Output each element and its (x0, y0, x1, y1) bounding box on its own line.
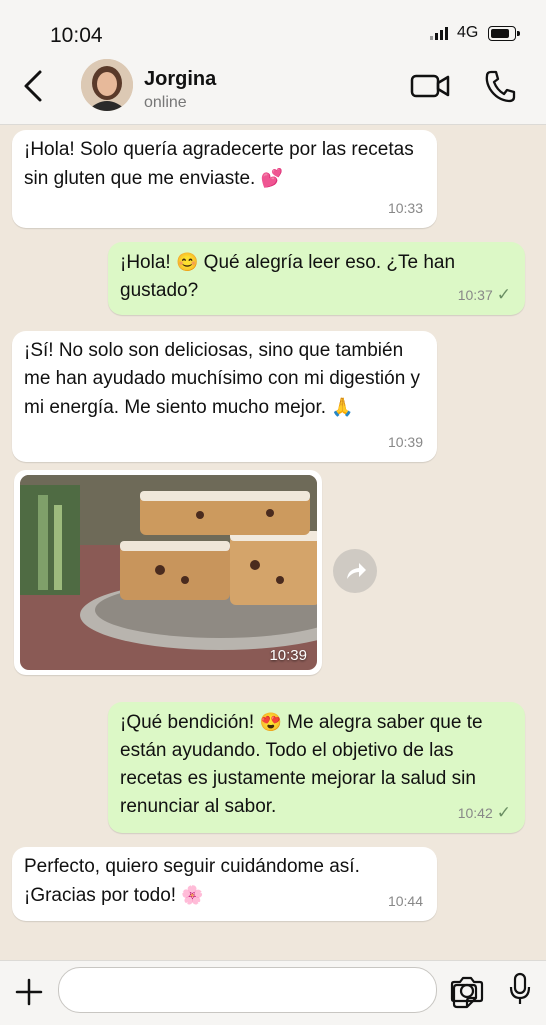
message-time: 10:42 (457, 805, 493, 821)
two-hearts-emoji: 💕 (260, 168, 284, 188)
contact-name[interactable]: Jorgina (144, 68, 216, 91)
avatar[interactable] (81, 59, 133, 111)
message-text: ¡Qué bendición! (120, 712, 255, 733)
cherry-blossom-emoji: 🌸 (181, 885, 204, 905)
microphone-icon (509, 972, 531, 1004)
phone-icon (485, 70, 516, 103)
message-bubble-outgoing[interactable]: ¡Hola! 😊 Qué alegría leer eso. ¿Te han g… (108, 242, 525, 315)
video-call-button[interactable] (410, 70, 452, 102)
forward-icon (347, 563, 366, 579)
heart-eyes-emoji: 😍 (259, 712, 282, 732)
read-check-icon: ✓ (496, 803, 511, 822)
message-time: 10:33 (387, 200, 423, 216)
read-check-icon: ✓ (496, 285, 511, 304)
message-time: 10:39 (387, 434, 423, 450)
message-time: 10:44 (387, 893, 423, 909)
message-bubble-outgoing[interactable]: ¡Qué bendición! 😍 Me alegra saber que te… (108, 702, 525, 833)
message-text: ¡Hola! (120, 252, 171, 273)
input-bar (0, 960, 546, 1025)
microphone-button[interactable] (508, 971, 532, 1007)
top-bar: 10:04 4G Jorgina online (0, 0, 546, 125)
voice-call-button[interactable] (483, 68, 517, 104)
folded-hands-emoji: 🙏 (331, 397, 354, 417)
message-text: Qué alegría leer eso. ¿Te han gustado? (120, 252, 456, 301)
network-label: 4G (457, 24, 479, 41)
signal-icon (430, 26, 448, 40)
message-bubble-incoming[interactable]: Perfecto, quiero seguir cuidándome así. … (12, 847, 437, 921)
smile-emoji: 😊 (175, 252, 199, 272)
cake-photo[interactable]: 10:39 (20, 475, 317, 670)
message-bubble-incoming[interactable]: ¡Hola! Solo quería agradecerte por las r… (12, 130, 437, 228)
image-message[interactable]: 10:39 (14, 470, 322, 675)
video-call-icon (410, 74, 450, 98)
message-time: 10:39 (269, 647, 307, 664)
chat-area[interactable]: ¡Hola! Solo quería agradecerte por las r… (0, 125, 546, 960)
contact-status: online (144, 94, 187, 111)
message-time: 10:37 (457, 287, 493, 303)
message-bubble-incoming[interactable]: ¡Sí! No solo son deliciosas, sino que ta… (12, 331, 437, 462)
forward-button[interactable] (333, 549, 377, 593)
back-button[interactable] (20, 68, 50, 104)
attach-button[interactable] (12, 975, 46, 1009)
battery-icon (488, 26, 520, 41)
camera-button[interactable] (450, 974, 484, 1004)
message-input[interactable] (58, 967, 478, 1013)
chevron-left-icon (24, 70, 42, 102)
message-text: ¡Sí! No solo son deliciosas, sino que ta… (24, 340, 421, 418)
message-text: ¡Hola! Solo quería agradecerte por las r… (24, 139, 414, 189)
camera-icon (450, 976, 484, 1003)
status-time: 10:04 (50, 24, 103, 47)
plus-icon (15, 978, 43, 1006)
